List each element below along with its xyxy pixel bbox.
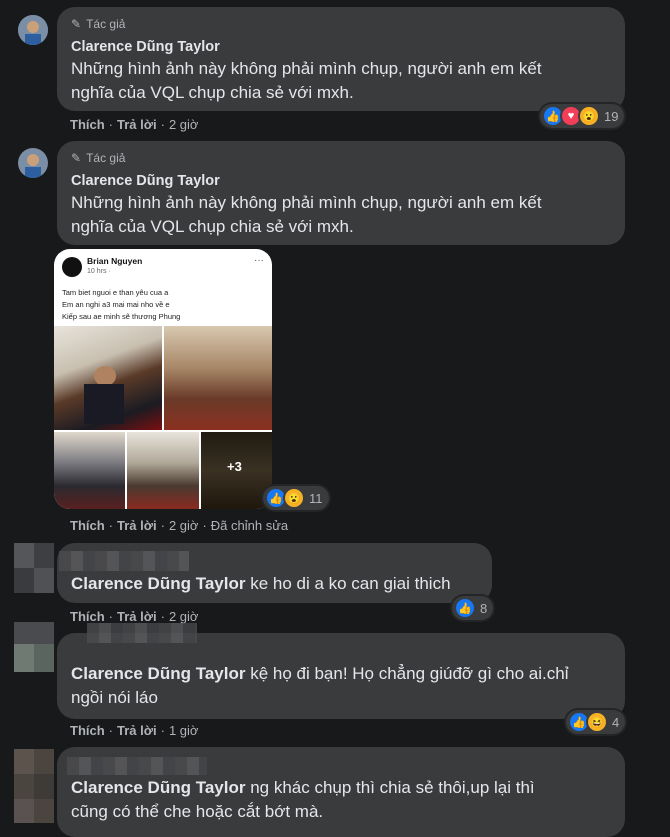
post-text-line: Tam biet nguoi e than yêu cua a bbox=[62, 288, 169, 297]
comment-actions: Thích · Trả lời · 1 giờ bbox=[70, 723, 199, 738]
like-button[interactable]: Thích bbox=[70, 117, 105, 132]
attached-screenshot[interactable]: Brian Nguyen 10 hrs · ··· Tam biet nguoi… bbox=[54, 249, 272, 509]
author-badge: ✎ Tác giả bbox=[71, 17, 126, 31]
comment-bubble: ✎ Tác giả Clarence Dũng Taylor Những hìn… bbox=[57, 7, 625, 111]
censored-avatar[interactable] bbox=[14, 622, 54, 672]
reaction-summary[interactable]: 👍 😆 4 bbox=[566, 710, 626, 734]
censored-name bbox=[87, 623, 197, 643]
reply-button[interactable]: Trả lời bbox=[117, 723, 157, 738]
comment-text-line-1: Clarence Dũng Taylor ng khác chụp thì ch… bbox=[71, 778, 535, 797]
comment-time[interactable]: 2 giờ bbox=[169, 518, 199, 533]
wow-reaction-icon: 😮 bbox=[578, 105, 600, 127]
haha-reaction-icon: 😆 bbox=[586, 711, 608, 733]
author-badge: ✎ Tác giả bbox=[71, 151, 126, 165]
reaction-summary[interactable]: 👍 ♥ 😮 19 bbox=[540, 104, 625, 128]
reply-button[interactable]: Trả lời bbox=[117, 518, 157, 533]
edited-label[interactable]: Đã chỉnh sửa bbox=[211, 518, 288, 533]
censored-avatar[interactable] bbox=[14, 543, 54, 593]
censored-avatar[interactable] bbox=[14, 749, 54, 823]
wow-reaction-icon: 😮 bbox=[283, 487, 305, 509]
reaction-count: 4 bbox=[612, 714, 620, 730]
like-reaction-icon: 👍 bbox=[454, 597, 476, 619]
reaction-summary[interactable]: 👍 8 bbox=[452, 596, 494, 620]
like-button[interactable]: Thích bbox=[70, 609, 105, 624]
comment-text-line-1: Những hình ảnh này không phải mình chụp,… bbox=[71, 59, 542, 78]
grid-photo[interactable] bbox=[164, 326, 272, 430]
tagged-name[interactable]: Clarence Dũng Taylor bbox=[71, 574, 245, 593]
comment-text-line-2: nghĩa của VQL chụp chia sẻ với mxh. bbox=[71, 217, 354, 236]
comment-text-line-1: Những hình ảnh này không phải mình chụp,… bbox=[71, 193, 542, 212]
reaction-count: 11 bbox=[309, 490, 323, 506]
comment-actions: Thích · Trả lời · 2 giờ bbox=[70, 117, 199, 132]
reaction-count: 19 bbox=[604, 108, 619, 124]
comment-time[interactable]: 1 giờ bbox=[169, 723, 199, 738]
comment-text-line-2: ngồi nói láo bbox=[71, 688, 158, 707]
poster-name: Brian Nguyen bbox=[87, 256, 143, 266]
author-avatar[interactable] bbox=[18, 148, 48, 178]
reply-button[interactable]: Trả lời bbox=[117, 609, 157, 624]
poster-meta: 10 hrs · bbox=[87, 268, 111, 275]
post-text-line: Kiếp sau ae minh sẽ thương Phung bbox=[62, 312, 181, 321]
comment-text-line-2: nghĩa của VQL chụp chia sẻ với mxh. bbox=[71, 83, 354, 102]
comment-text: Clarence Dũng Taylor ke ho di a ko can g… bbox=[71, 574, 451, 593]
author-avatar[interactable] bbox=[18, 15, 48, 45]
comment-time[interactable]: 2 giờ bbox=[169, 117, 199, 132]
comment-bubble: Clarence Dũng Taylor ke ho di a ko can g… bbox=[57, 543, 492, 603]
more-icon: ··· bbox=[254, 255, 264, 266]
comment-actions: Thích · Trả lời · 2 giờ · Đã chỉnh sửa bbox=[70, 518, 289, 533]
poster-avatar bbox=[62, 257, 82, 277]
tagged-name[interactable]: Clarence Dũng Taylor bbox=[71, 664, 245, 683]
reaction-summary[interactable]: 👍 😮 11 bbox=[263, 486, 329, 510]
reaction-count: 8 bbox=[480, 600, 488, 616]
grid-photo[interactable] bbox=[127, 432, 199, 509]
like-button[interactable]: Thích bbox=[70, 518, 105, 533]
tagged-name[interactable]: Clarence Dũng Taylor bbox=[71, 778, 245, 797]
censored-name bbox=[59, 551, 189, 571]
censored-name bbox=[67, 757, 207, 775]
comment-bubble: Clarence Dũng Taylor ng khác chụp thì ch… bbox=[57, 747, 625, 837]
comment-text-line-1: Clarence Dũng Taylor kệ họ đi bạn! Họ ch… bbox=[71, 664, 569, 683]
reply-button[interactable]: Trả lời bbox=[117, 117, 157, 132]
comment-author[interactable]: Clarence Dũng Taylor bbox=[71, 173, 220, 189]
comment-bubble: ✎ Tác giả Clarence Dũng Taylor Những hìn… bbox=[57, 141, 625, 245]
comment-bubble: Clarence Dũng Taylor kệ họ đi bạn! Họ ch… bbox=[57, 623, 625, 719]
comment-time[interactable]: 2 giờ bbox=[169, 609, 199, 624]
more-photos-count: +3 bbox=[227, 459, 242, 474]
grid-photo[interactable] bbox=[54, 326, 162, 430]
post-text-line: Em an nghi a3 mai mai nho về e bbox=[62, 300, 170, 309]
comment-actions: Thích · Trả lời · 2 giờ bbox=[70, 609, 199, 624]
comment-text-line-2: cũng có thể che hoặc cắt bớt mà. bbox=[71, 802, 324, 821]
like-button[interactable]: Thích bbox=[70, 723, 105, 738]
pencil-icon: ✎ bbox=[71, 151, 82, 165]
pencil-icon: ✎ bbox=[71, 17, 82, 31]
grid-photo[interactable]: +3 bbox=[201, 432, 272, 509]
comment-author[interactable]: Clarence Dũng Taylor bbox=[71, 39, 220, 55]
grid-photo[interactable] bbox=[54, 432, 125, 509]
